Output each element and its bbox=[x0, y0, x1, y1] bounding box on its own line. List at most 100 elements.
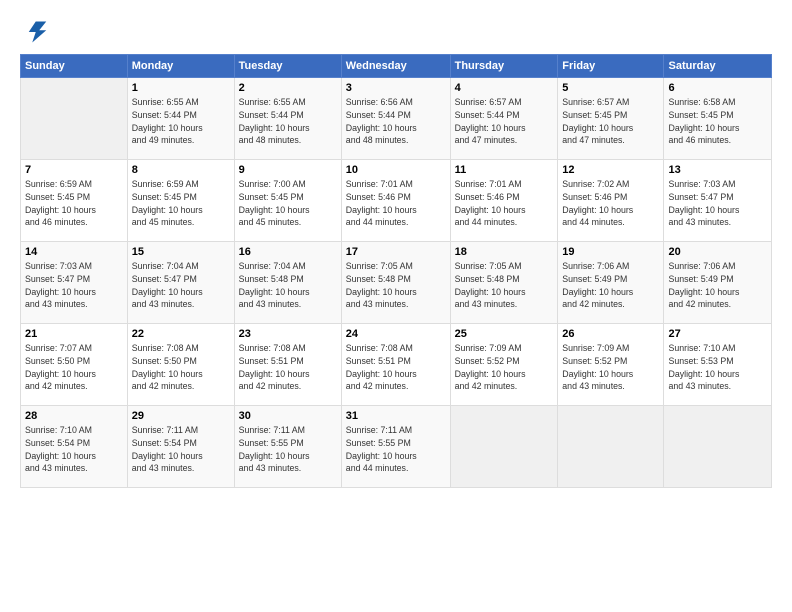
day-number: 23 bbox=[239, 328, 337, 340]
day-detail: Sunrise: 7:07 AMSunset: 5:50 PMDaylight:… bbox=[25, 342, 123, 393]
day-cell: 19 Sunrise: 7:06 AMSunset: 5:49 PMDayligh… bbox=[558, 242, 664, 324]
day-number: 4 bbox=[455, 82, 554, 94]
day-number: 17 bbox=[346, 246, 446, 258]
day-detail: Sunrise: 6:59 AMSunset: 5:45 PMDaylight:… bbox=[25, 178, 123, 229]
col-header-thursday: Thursday bbox=[450, 55, 558, 78]
day-cell: 2Sunrise: 6:55 AMSunset: 5:44 PMDaylight… bbox=[234, 78, 341, 160]
day-detail: Sunrise: 7:05 AMSunset: 5:48 PMDaylight:… bbox=[455, 260, 554, 311]
day-cell: 31 Sunrise: 7:11 AMSunset: 5:55 PMDayligh… bbox=[341, 406, 450, 488]
day-detail: Sunrise: 6:57 AMSunset: 5:44 PMDaylight:… bbox=[455, 96, 554, 147]
calendar-table: SundayMondayTuesdayWednesdayThursdayFrid… bbox=[20, 54, 772, 488]
day-cell: 14 Sunrise: 7:03 AMSunset: 5:47 PMDayligh… bbox=[21, 242, 128, 324]
day-cell: 17 Sunrise: 7:05 AMSunset: 5:48 PMDayligh… bbox=[341, 242, 450, 324]
day-cell: 8 Sunrise: 6:59 AMSunset: 5:45 PMDaylight… bbox=[127, 160, 234, 242]
day-number: 10 bbox=[346, 164, 446, 176]
header bbox=[20, 18, 772, 46]
day-number: 19 bbox=[562, 246, 659, 258]
day-cell: 25Sunrise: 7:09 AMSunset: 5:52 PMDayligh… bbox=[450, 324, 558, 406]
day-detail: Sunrise: 7:03 AMSunset: 5:47 PMDaylight:… bbox=[25, 260, 123, 311]
day-number: 30 bbox=[239, 410, 337, 422]
day-detail: Sunrise: 7:03 AMSunset: 5:47 PMDaylight:… bbox=[668, 178, 767, 229]
day-detail: Sunrise: 6:56 AMSunset: 5:44 PMDaylight:… bbox=[346, 96, 446, 147]
day-cell bbox=[558, 406, 664, 488]
col-header-tuesday: Tuesday bbox=[234, 55, 341, 78]
day-detail: Sunrise: 7:10 AMSunset: 5:53 PMDaylight:… bbox=[668, 342, 767, 393]
day-number: 24 bbox=[346, 328, 446, 340]
day-cell: 15 Sunrise: 7:04 AMSunset: 5:47 PMDayligh… bbox=[127, 242, 234, 324]
day-cell bbox=[21, 78, 128, 160]
day-cell: 7 Sunrise: 6:59 AMSunset: 5:45 PMDaylight… bbox=[21, 160, 128, 242]
day-cell: 27 Sunrise: 7:10 AMSunset: 5:53 PMDayligh… bbox=[664, 324, 772, 406]
col-header-friday: Friday bbox=[558, 55, 664, 78]
day-detail: Sunrise: 7:08 AMSunset: 5:51 PMDaylight:… bbox=[239, 342, 337, 393]
day-number: 6 bbox=[668, 82, 767, 94]
day-number: 12 bbox=[562, 164, 659, 176]
day-detail: Sunrise: 7:11 AMSunset: 5:55 PMDaylight:… bbox=[346, 424, 446, 475]
day-detail: Sunrise: 6:59 AMSunset: 5:45 PMDaylight:… bbox=[132, 178, 230, 229]
day-number: 8 bbox=[132, 164, 230, 176]
day-cell: 1Sunrise: 6:55 AMSunset: 5:44 PMDaylight… bbox=[127, 78, 234, 160]
day-number: 11 bbox=[455, 164, 554, 176]
day-number: 31 bbox=[346, 410, 446, 422]
day-number: 21 bbox=[25, 328, 123, 340]
day-cell: 22Sunrise: 7:08 AMSunset: 5:50 PMDayligh… bbox=[127, 324, 234, 406]
week-row-4: 21 Sunrise: 7:07 AMSunset: 5:50 PMDayligh… bbox=[21, 324, 772, 406]
day-cell bbox=[664, 406, 772, 488]
day-detail: Sunrise: 7:04 AMSunset: 5:47 PMDaylight:… bbox=[132, 260, 230, 311]
day-detail: Sunrise: 7:11 AMSunset: 5:55 PMDaylight:… bbox=[239, 424, 337, 475]
header-row: SundayMondayTuesdayWednesdayThursdayFrid… bbox=[21, 55, 772, 78]
day-detail: Sunrise: 7:06 AMSunset: 5:49 PMDaylight:… bbox=[562, 260, 659, 311]
day-detail: Sunrise: 7:01 AMSunset: 5:46 PMDaylight:… bbox=[455, 178, 554, 229]
day-detail: Sunrise: 6:58 AMSunset: 5:45 PMDaylight:… bbox=[668, 96, 767, 147]
col-header-wednesday: Wednesday bbox=[341, 55, 450, 78]
day-cell: 3Sunrise: 6:56 AMSunset: 5:44 PMDaylight… bbox=[341, 78, 450, 160]
col-header-sunday: Sunday bbox=[21, 55, 128, 78]
day-detail: Sunrise: 7:10 AMSunset: 5:54 PMDaylight:… bbox=[25, 424, 123, 475]
day-number: 25 bbox=[455, 328, 554, 340]
day-number: 29 bbox=[132, 410, 230, 422]
day-number: 7 bbox=[25, 164, 123, 176]
day-number: 14 bbox=[25, 246, 123, 258]
week-row-3: 14 Sunrise: 7:03 AMSunset: 5:47 PMDayligh… bbox=[21, 242, 772, 324]
week-row-2: 7 Sunrise: 6:59 AMSunset: 5:45 PMDaylight… bbox=[21, 160, 772, 242]
logo-icon bbox=[20, 18, 48, 46]
day-cell: 29 Sunrise: 7:11 AMSunset: 5:54 PMDayligh… bbox=[127, 406, 234, 488]
day-detail: Sunrise: 7:11 AMSunset: 5:54 PMDaylight:… bbox=[132, 424, 230, 475]
day-cell: 23 Sunrise: 7:08 AMSunset: 5:51 PMDayligh… bbox=[234, 324, 341, 406]
day-cell: 11 Sunrise: 7:01 AMSunset: 5:46 PMDayligh… bbox=[450, 160, 558, 242]
day-number: 15 bbox=[132, 246, 230, 258]
day-cell: 12 Sunrise: 7:02 AMSunset: 5:46 PMDayligh… bbox=[558, 160, 664, 242]
col-header-saturday: Saturday bbox=[664, 55, 772, 78]
day-cell: 5 Sunrise: 6:57 AMSunset: 5:45 PMDaylight… bbox=[558, 78, 664, 160]
day-detail: Sunrise: 7:02 AMSunset: 5:46 PMDaylight:… bbox=[562, 178, 659, 229]
day-number: 9 bbox=[239, 164, 337, 176]
week-row-5: 28 Sunrise: 7:10 AMSunset: 5:54 PMDayligh… bbox=[21, 406, 772, 488]
day-detail: Sunrise: 6:57 AMSunset: 5:45 PMDaylight:… bbox=[562, 96, 659, 147]
day-detail: Sunrise: 7:05 AMSunset: 5:48 PMDaylight:… bbox=[346, 260, 446, 311]
page: SundayMondayTuesdayWednesdayThursdayFrid… bbox=[0, 0, 792, 612]
day-detail: Sunrise: 7:00 AMSunset: 5:45 PMDaylight:… bbox=[239, 178, 337, 229]
day-cell: 9 Sunrise: 7:00 AMSunset: 5:45 PMDaylight… bbox=[234, 160, 341, 242]
col-header-monday: Monday bbox=[127, 55, 234, 78]
day-cell: 16Sunrise: 7:04 AMSunset: 5:48 PMDayligh… bbox=[234, 242, 341, 324]
day-number: 5 bbox=[562, 82, 659, 94]
day-number: 1 bbox=[132, 82, 230, 94]
day-number: 27 bbox=[668, 328, 767, 340]
day-cell: 20Sunrise: 7:06 AMSunset: 5:49 PMDayligh… bbox=[664, 242, 772, 324]
day-cell: 30 Sunrise: 7:11 AMSunset: 5:55 PMDayligh… bbox=[234, 406, 341, 488]
day-cell: 4 Sunrise: 6:57 AMSunset: 5:44 PMDaylight… bbox=[450, 78, 558, 160]
logo bbox=[20, 18, 52, 46]
week-row-1: 1Sunrise: 6:55 AMSunset: 5:44 PMDaylight… bbox=[21, 78, 772, 160]
day-cell: 24Sunrise: 7:08 AMSunset: 5:51 PMDayligh… bbox=[341, 324, 450, 406]
day-detail: Sunrise: 7:08 AMSunset: 5:50 PMDaylight:… bbox=[132, 342, 230, 393]
day-cell: 6 Sunrise: 6:58 AMSunset: 5:45 PMDaylight… bbox=[664, 78, 772, 160]
day-cell: 13Sunrise: 7:03 AMSunset: 5:47 PMDayligh… bbox=[664, 160, 772, 242]
day-number: 28 bbox=[25, 410, 123, 422]
day-cell bbox=[450, 406, 558, 488]
day-detail: Sunrise: 7:09 AMSunset: 5:52 PMDaylight:… bbox=[562, 342, 659, 393]
day-detail: Sunrise: 7:06 AMSunset: 5:49 PMDaylight:… bbox=[668, 260, 767, 311]
day-number: 2 bbox=[239, 82, 337, 94]
day-number: 26 bbox=[562, 328, 659, 340]
day-cell: 21 Sunrise: 7:07 AMSunset: 5:50 PMDayligh… bbox=[21, 324, 128, 406]
day-cell: 18Sunrise: 7:05 AMSunset: 5:48 PMDayligh… bbox=[450, 242, 558, 324]
